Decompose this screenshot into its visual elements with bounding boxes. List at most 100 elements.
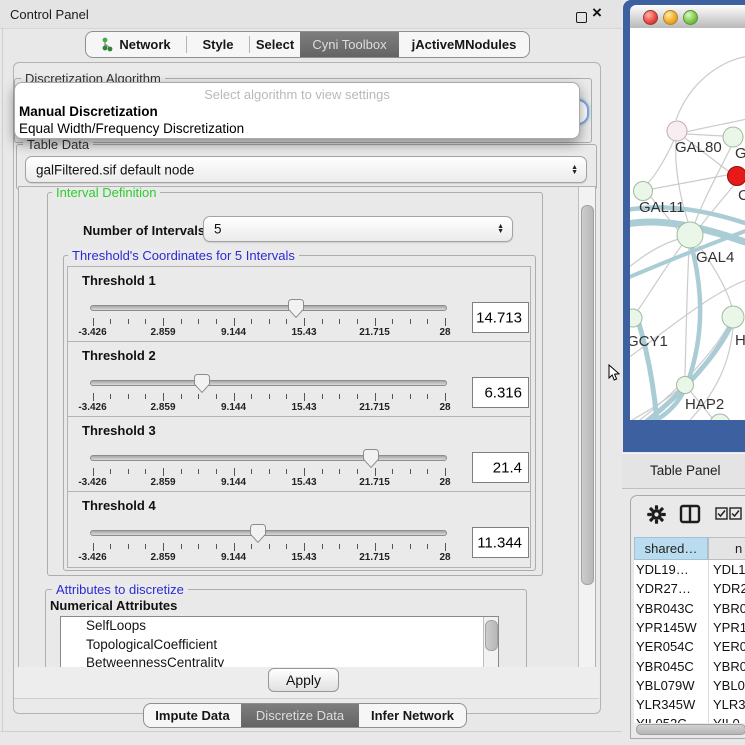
table-hscrollbar-thumb[interactable]: [636, 724, 745, 735]
threshold-panel-1: Threshold 1-3.4262.8599.14415.4321.71528…: [67, 266, 531, 343]
table-cell-name[interactable]: YDL1: [713, 562, 745, 577]
tab-label: Cyni Toolbox: [312, 37, 386, 52]
tab-network[interactable]: Network: [86, 32, 186, 57]
network-edge[interactable]: [686, 134, 723, 136]
table-cell-shared-name[interactable]: YDR27…: [636, 581, 691, 596]
table-cell-shared-name[interactable]: YBR045C: [636, 659, 694, 674]
table-data-title: Table Data: [23, 137, 93, 152]
tab-jactivemnodules[interactable]: jActiveMNodules: [399, 32, 529, 57]
bottom-tab-bar: Impute Data Discretize Data Infer Network: [143, 703, 467, 728]
slider-thumb[interactable]: [288, 299, 304, 318]
table-cell-shared-name[interactable]: YBL079W: [636, 678, 695, 693]
zoom-traffic-light[interactable]: [683, 10, 698, 25]
table-cell-name[interactable]: YPR1: [713, 620, 745, 635]
threshold-value-field[interactable]: 11.344: [472, 527, 529, 558]
network-node-green[interactable]: [677, 222, 703, 248]
threshold-value: 14.713: [476, 309, 522, 326]
dropdown-option-manual[interactable]: Manual Discretization: [19, 104, 158, 119]
table-cell-name[interactable]: YBR0: [713, 659, 745, 674]
table-panel-title: Table Panel: [650, 463, 721, 478]
slider-thumb[interactable]: [194, 374, 210, 393]
network-edge[interactable]: [676, 56, 745, 120]
attribute-list-item[interactable]: SelfLoops: [61, 617, 498, 636]
table-cell-shared-name[interactable]: YIL052C: [636, 716, 687, 723]
table-hscrollbar-track[interactable]: [634, 723, 745, 734]
table-cell-name[interactable]: YBR0: [713, 601, 745, 616]
control-panel-title: Control Panel: [10, 7, 89, 22]
minimize-traffic-light[interactable]: [663, 10, 678, 25]
threshold-panel-3: Threshold 3-3.4262.8599.14415.4321.71528…: [67, 416, 531, 493]
network-icon: [101, 37, 114, 52]
tick-label: -3.426: [78, 477, 106, 488]
network-edge[interactable]: [630, 239, 679, 268]
column-header-name[interactable]: n: [708, 537, 745, 560]
table-cell-name[interactable]: YIL0: [713, 716, 740, 723]
attributes-group: Attributes to discretize Numerical Attri…: [45, 589, 527, 669]
attributes-list[interactable]: SelfLoopsTopologicalCoefficientBetweenne…: [60, 616, 499, 669]
slider-thumb[interactable]: [363, 449, 379, 468]
number-of-intervals-label: Number of Intervals: [83, 223, 205, 238]
threshold-label: Threshold 1: [82, 273, 156, 288]
tick-label: -3.426: [78, 402, 106, 413]
tab-impute-data[interactable]: Impute Data: [144, 704, 241, 727]
main-scrollbar-track[interactable]: [578, 187, 595, 667]
threshold-value-field[interactable]: 6.316: [472, 377, 529, 408]
slider-thumb[interactable]: [250, 524, 266, 543]
table-cell-shared-name[interactable]: YPR145W: [636, 620, 697, 635]
threshold-panel-4: Threshold 4-3.4262.8599.14415.4321.71528…: [67, 491, 531, 568]
network-edge-thick[interactable]: [636, 314, 658, 420]
close-icon[interactable]: ×: [592, 3, 602, 23]
tick-label: 21.715: [359, 552, 390, 563]
table-cell-name[interactable]: YLR3: [713, 697, 745, 712]
table-cell-name[interactable]: YDR2: [713, 581, 745, 596]
network-node-green[interactable]: [710, 414, 730, 420]
table-cell-shared-name[interactable]: YLR345W: [636, 697, 695, 712]
dropdown-option-equal-width[interactable]: Equal Width/Frequency Discretization: [19, 121, 244, 136]
network-edge[interactable]: [638, 245, 682, 310]
thresholds-group-title: Threshold's Coordinates for 5 Intervals: [68, 248, 299, 263]
tab-cyni-toolbox[interactable]: Cyni Toolbox: [300, 32, 399, 57]
apply-button[interactable]: Apply: [268, 668, 339, 692]
network-edge[interactable]: [652, 175, 727, 189]
dropdown-placeholder-option[interactable]: Select algorithm to view settings: [15, 87, 579, 102]
thresholds-group: Threshold's Coordinates for 5 Intervals …: [63, 255, 536, 571]
tab-label: Discretize Data: [256, 708, 344, 723]
tab-select[interactable]: Select: [250, 32, 300, 57]
attribute-list-item[interactable]: TopologicalCoefficient: [61, 636, 498, 655]
tab-label: Select: [256, 37, 294, 52]
network-node-green[interactable]: [722, 306, 744, 328]
network-node-green[interactable]: [677, 377, 694, 394]
network-canvas[interactable]: GAL80GACGAL11GAL4GCY1HHAP2: [630, 28, 745, 420]
threshold-value-field[interactable]: 21.4: [472, 452, 529, 483]
table-cell-shared-name[interactable]: YDL19…: [636, 562, 689, 577]
table-cell-shared-name[interactable]: YBR043C: [636, 601, 694, 616]
float-window-icon[interactable]: [576, 12, 587, 23]
main-scrollbar-thumb[interactable]: [581, 205, 594, 585]
tick-label: 28: [439, 552, 450, 563]
network-node-red[interactable]: [728, 167, 745, 186]
threshold-value-field[interactable]: 14.713: [472, 302, 529, 333]
tab-infer-network[interactable]: Infer Network: [359, 704, 466, 727]
network-edge[interactable]: [685, 248, 689, 376]
network-edge[interactable]: [700, 185, 734, 227]
column-header-shared-name[interactable]: shared…: [634, 537, 708, 560]
table-cell-name[interactable]: YER0: [713, 639, 745, 654]
mouse-cursor: [608, 364, 620, 382]
attributes-list-scrollbar[interactable]: [485, 620, 498, 651]
network-node-green[interactable]: [723, 127, 743, 147]
threshold-value: 21.4: [493, 459, 522, 476]
network-node-green[interactable]: [634, 182, 653, 201]
table-cell-name[interactable]: YBL0: [713, 678, 745, 693]
network-node-pink[interactable]: [667, 121, 687, 141]
number-of-intervals-combobox[interactable]: 5 ▲▼: [203, 216, 513, 242]
table-cell-shared-name[interactable]: YER054C: [636, 639, 694, 654]
table-data-combobox[interactable]: galFiltered.sif default node ▲▼: [25, 156, 587, 183]
network-view-window: GAL80GACGAL11GAL4GCY1HHAP2: [623, 0, 745, 452]
tick-label: 28: [439, 477, 450, 488]
tab-discretize-data[interactable]: Discretize Data: [241, 704, 359, 727]
tab-label: jActiveMNodules: [412, 37, 517, 52]
network-edge[interactable]: [648, 140, 674, 183]
tab-style[interactable]: Style: [187, 32, 249, 57]
network-node-label: H: [735, 332, 745, 349]
close-traffic-light[interactable]: [643, 10, 658, 25]
